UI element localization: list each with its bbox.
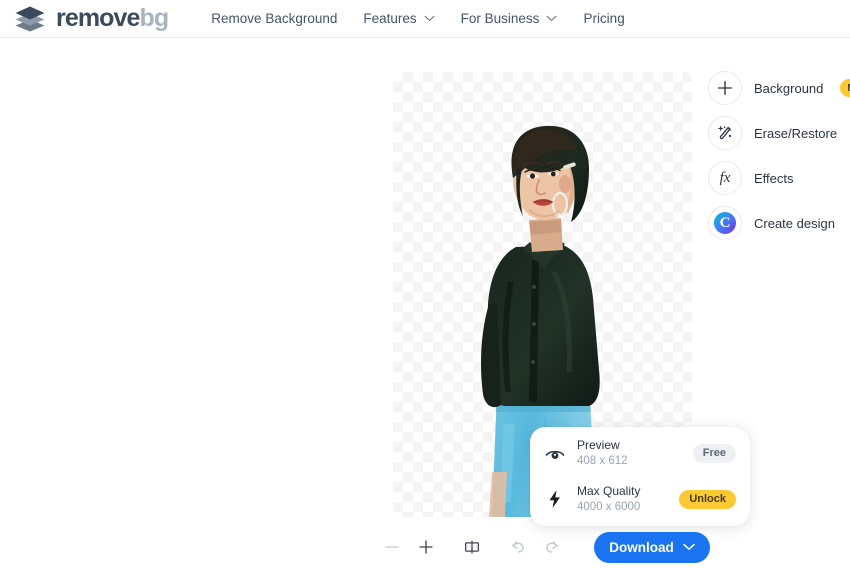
free-badge: Free <box>692 444 736 464</box>
undo-button[interactable] <box>501 530 535 564</box>
logo-text-bg: bg <box>139 4 170 32</box>
sidebar-item-effects[interactable]: fx Effects <box>708 159 850 197</box>
quality-option-texts: Max Quality 4000 x 6000 <box>577 484 668 516</box>
quality-dimensions: 408 x 612 <box>577 454 628 467</box>
sidebar-item-label: Effects <box>754 170 794 186</box>
quality-option-max-quality[interactable]: Max Quality 4000 x 6000 Unlock <box>544 484 736 516</box>
nav-label: For Business <box>460 11 540 26</box>
chevron-down-icon <box>546 15 557 22</box>
unlock-button[interactable]: Unlock <box>679 489 736 509</box>
redo-arrow-icon <box>546 541 559 553</box>
logo-text: removebg <box>56 4 170 32</box>
compare-button[interactable] <box>455 530 489 564</box>
redo-button[interactable] <box>535 530 569 564</box>
quality-title: Max Quality <box>577 483 641 498</box>
download-label: Download <box>609 539 674 555</box>
new-badge: New <box>840 78 850 98</box>
logo-text-remove: remove <box>56 4 140 32</box>
sidebar-item-label: Background <box>754 80 824 96</box>
chevron-down-icon <box>683 543 695 550</box>
nav-item-features[interactable]: Features <box>350 5 447 32</box>
sidebar-item-erase-restore[interactable]: Erase/Restore <box>708 114 850 152</box>
site-header: removebg Remove Background Features For … <box>0 0 850 38</box>
undo-arrow-icon <box>512 541 524 553</box>
nav-item-pricing[interactable]: Pricing <box>570 5 637 32</box>
minus-icon <box>385 546 399 548</box>
compare-split-icon <box>465 540 480 554</box>
main-nav: Remove Background Features For Business … <box>211 5 637 32</box>
plus-icon <box>708 71 742 105</box>
nav-label: Pricing <box>583 11 625 26</box>
quality-option-preview[interactable]: Preview 408 x 612 Free <box>544 438 736 470</box>
zoom-in-button[interactable] <box>409 530 443 564</box>
logo[interactable]: removebg <box>13 4 170 33</box>
nav-item-remove-background[interactable]: Remove Background <box>211 5 350 32</box>
zoom-out-button[interactable] <box>375 530 409 564</box>
eye-icon <box>544 443 566 465</box>
lightning-bolt-icon <box>544 488 566 510</box>
sidebar-item-background[interactable]: Background New <box>708 69 850 107</box>
download-quality-card: Preview 408 x 612 Free Max Quality 4000 … <box>530 427 750 526</box>
quality-option-texts: Preview 408 x 612 <box>577 438 682 470</box>
canva-circle: C <box>714 212 736 234</box>
nav-item-for-business[interactable]: For Business <box>448 5 571 32</box>
nav-label: Remove Background <box>211 11 338 26</box>
quality-dimensions: 4000 x 6000 <box>577 500 641 513</box>
editor-toolbar: Download <box>385 528 710 566</box>
sidebar-item-label: Erase/Restore <box>754 125 838 141</box>
canva-logo-icon: C <box>708 206 742 240</box>
sidebar-item-create-design[interactable]: C Create design <box>708 204 850 242</box>
removebg-editor-page: removebg Remove Background Features For … <box>0 0 850 568</box>
magic-wand-icon <box>708 116 742 150</box>
chevron-down-icon <box>424 15 435 22</box>
layers-diamond-icon <box>15 6 45 31</box>
tools-sidebar: Background New Erase/Restore fx Effects <box>708 69 850 242</box>
quality-title: Preview <box>577 437 620 452</box>
plus-icon <box>419 540 433 554</box>
download-button[interactable]: Download <box>594 531 710 563</box>
fx-icon: fx <box>708 161 742 195</box>
nav-label: Features <box>363 11 417 26</box>
sidebar-item-label: Create design <box>754 215 835 231</box>
